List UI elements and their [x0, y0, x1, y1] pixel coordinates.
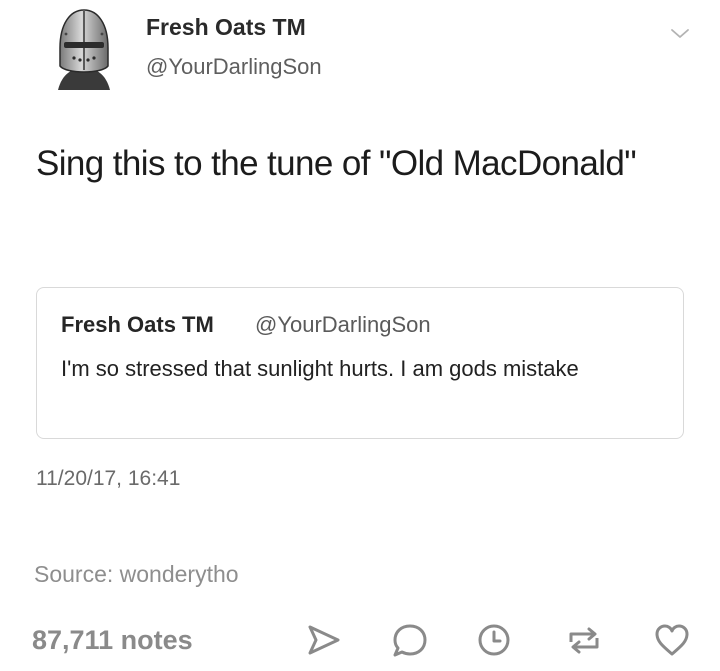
history-icon[interactable] — [474, 620, 514, 660]
knight-avatar-icon — [58, 9, 110, 90]
reblog-icon[interactable] — [564, 620, 604, 660]
quoted-user-handle: @YourDarlingSon — [255, 312, 431, 337]
quoted-tweet-text: I'm so stressed that sunlight hurts. I a… — [61, 356, 579, 381]
quoted-tweet-card[interactable]: Fresh Oats TM @YourDarlingSon I'm so str… — [36, 287, 684, 439]
user-handle[interactable]: @YourDarlingSon — [146, 54, 322, 80]
quoted-display-name: Fresh Oats TM — [61, 312, 214, 337]
notes-count[interactable]: 87,711 notes — [32, 625, 193, 656]
chevron-down-icon[interactable] — [668, 26, 692, 42]
reply-icon[interactable] — [390, 620, 430, 660]
like-icon[interactable] — [652, 620, 692, 660]
tweet-timestamp: 11/20/17, 16:41 — [36, 467, 181, 490]
display-name[interactable]: Fresh Oats TM — [146, 14, 306, 41]
source-link[interactable]: Source: wonderytho — [34, 561, 239, 588]
tweet-text: Sing this to the tune of "Old MacDonald" — [36, 144, 637, 183]
avatar[interactable] — [44, 4, 124, 94]
share-icon[interactable] — [304, 620, 344, 660]
